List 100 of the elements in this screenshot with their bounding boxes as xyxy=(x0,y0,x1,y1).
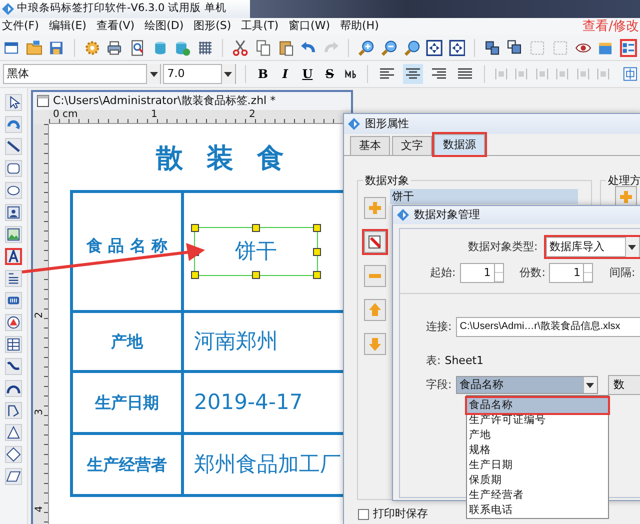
field-label: 间隔: xyxy=(609,264,636,281)
table-cell: 生产经营者 xyxy=(87,454,167,474)
polyline-icon[interactable] xyxy=(5,402,22,419)
shape-icon[interactable] xyxy=(5,314,22,331)
barcode-icon[interactable] xyxy=(5,292,22,309)
field-label: 字段: xyxy=(426,376,452,393)
italic-button[interactable]: I xyxy=(277,65,294,83)
field-value: Sheet1 xyxy=(444,353,484,369)
four-arrows-icon[interactable] xyxy=(448,38,466,56)
up-arrow-icon xyxy=(367,302,383,318)
table-cell: 食 品 名 称 xyxy=(86,236,168,254)
parallelogram-icon[interactable] xyxy=(5,468,22,485)
menu-item[interactable]: 窗口(W) xyxy=(288,18,330,35)
ruler-label: 0 cm xyxy=(53,110,79,122)
label-title: 散 装 食 xyxy=(156,142,285,176)
letter-icon[interactable] xyxy=(5,248,22,265)
arc-icon[interactable] xyxy=(5,380,22,397)
line-icon[interactable] xyxy=(5,138,22,155)
zoom-in-icon[interactable] xyxy=(358,38,375,56)
number-spinner[interactable]: 1 xyxy=(460,263,504,283)
ungroup-icon[interactable] xyxy=(506,38,524,56)
plus-icon xyxy=(618,189,634,205)
dropdown-option[interactable]: 生产经营者 xyxy=(467,488,608,503)
pointer-icon[interactable] xyxy=(5,94,22,111)
scissors-icon[interactable] xyxy=(232,38,249,56)
checkbox[interactable] xyxy=(358,508,369,520)
ruler-label: 3 xyxy=(33,408,46,418)
dialog-title: 图形属性 xyxy=(365,116,409,132)
font-size-dropdown[interactable]: 7.0 xyxy=(163,64,236,84)
rich-text-icon[interactable] xyxy=(5,270,22,287)
caret-icon xyxy=(628,244,636,250)
menu-item[interactable]: 图形(S) xyxy=(194,18,232,35)
menu-item[interactable]: 查看(V) xyxy=(96,18,135,35)
dropdown-option[interactable]: 食品名称 xyxy=(467,398,608,413)
dropdown-option[interactable]: 产地 xyxy=(467,428,608,443)
field-label: 连接: xyxy=(426,318,452,335)
plus-icon xyxy=(367,200,383,216)
tab[interactable]: 基本 xyxy=(350,136,390,155)
rounded-rectangle-icon[interactable] xyxy=(5,160,22,177)
menu-item[interactable]: 文件(F) xyxy=(2,18,39,35)
diamond-icon[interactable] xyxy=(5,446,22,463)
menu-item[interactable]: 帮助(H) xyxy=(340,18,379,35)
checkbox-label: 打印时保存 xyxy=(373,506,428,522)
bold-button[interactable]: B xyxy=(254,65,272,83)
dropdown-option[interactable]: 生产日期 xyxy=(467,458,608,473)
menu-item[interactable]: 绘图(D) xyxy=(144,18,184,35)
dropdown-option[interactable]: 规格 xyxy=(467,443,608,458)
copy-icon[interactable] xyxy=(254,38,272,56)
gear-icon[interactable] xyxy=(84,38,100,56)
down-arrow-icon xyxy=(367,336,383,352)
type-dropdown[interactable]: 数据库导入 xyxy=(546,237,640,257)
data-button[interactable]: 数 xyxy=(608,375,640,395)
field-dropdown[interactable]: 食品名称 xyxy=(456,376,598,394)
tab[interactable]: 文字 xyxy=(392,136,432,155)
caret-icon xyxy=(224,72,232,76)
dropdown-option[interactable]: 联系电话 xyxy=(467,503,608,518)
dropdown-option[interactable]: 保质期 xyxy=(467,473,608,488)
table-cell: 2019-4-17 xyxy=(194,390,303,414)
magnifier-icon[interactable] xyxy=(404,38,420,56)
four-arrows-icon[interactable] xyxy=(426,38,443,56)
document-title: C:\Users\Administrator\散装食品标签.zhl * xyxy=(53,92,276,109)
pencil-page-icon xyxy=(367,234,383,250)
align-button[interactable] xyxy=(403,64,424,84)
clipboard-icon[interactable] xyxy=(278,38,294,56)
picture-icon[interactable] xyxy=(5,226,22,243)
magnifier-page-icon[interactable] xyxy=(128,38,146,56)
number-spinner[interactable]: 1 xyxy=(549,263,594,283)
dropdown-option[interactable]: 生产许可证编号 xyxy=(467,413,608,428)
tab[interactable]: 数据源 xyxy=(434,134,485,155)
annotation-text: 查看/修改 xyxy=(582,18,640,36)
table-cell: 河南郑州 xyxy=(194,328,278,353)
triangle-icon[interactable] xyxy=(5,424,22,441)
table-icon[interactable] xyxy=(5,336,22,353)
table-cell: 产地 xyxy=(111,332,143,350)
window-title: 中琅条码标签打印软件-V6.3.0 试用版 单机 xyxy=(17,1,226,16)
table-cell: 郑州食品加工厂 xyxy=(194,452,341,476)
connection-field[interactable]: C:\Users\Admi…r\散装食品信息.xlsx xyxy=(456,317,640,337)
underline-button[interactable]: U xyxy=(299,65,316,83)
rotate-icon[interactable] xyxy=(5,116,22,133)
center-align-icon[interactable] xyxy=(622,66,637,82)
edit-button[interactable] xyxy=(364,231,386,253)
printer-icon[interactable] xyxy=(106,38,123,56)
group-icon[interactable] xyxy=(484,38,501,56)
curve-icon[interactable] xyxy=(5,358,22,375)
font-dropdown[interactable]: 黑体 xyxy=(3,64,162,84)
ruler-label: 2 xyxy=(33,310,46,320)
strikethrough-button[interactable]: S xyxy=(322,65,338,83)
menu-item[interactable]: 工具(T) xyxy=(241,18,279,35)
ruler-label: 4 xyxy=(33,504,46,514)
image-icon[interactable] xyxy=(5,204,22,221)
zoom-out-icon[interactable] xyxy=(380,38,398,56)
ruler-label: 2 xyxy=(249,110,256,122)
dialog-title: 数据对象管理 xyxy=(414,206,480,223)
caret-icon xyxy=(586,382,594,388)
list-icon[interactable] xyxy=(620,38,637,56)
table-cell: 生产日期 xyxy=(95,392,159,412)
folder-icon[interactable] xyxy=(26,38,42,56)
menu-item[interactable]: 编辑(E) xyxy=(48,18,86,35)
document-icon xyxy=(37,95,49,107)
list-item[interactable]: 饼干 xyxy=(390,189,578,204)
